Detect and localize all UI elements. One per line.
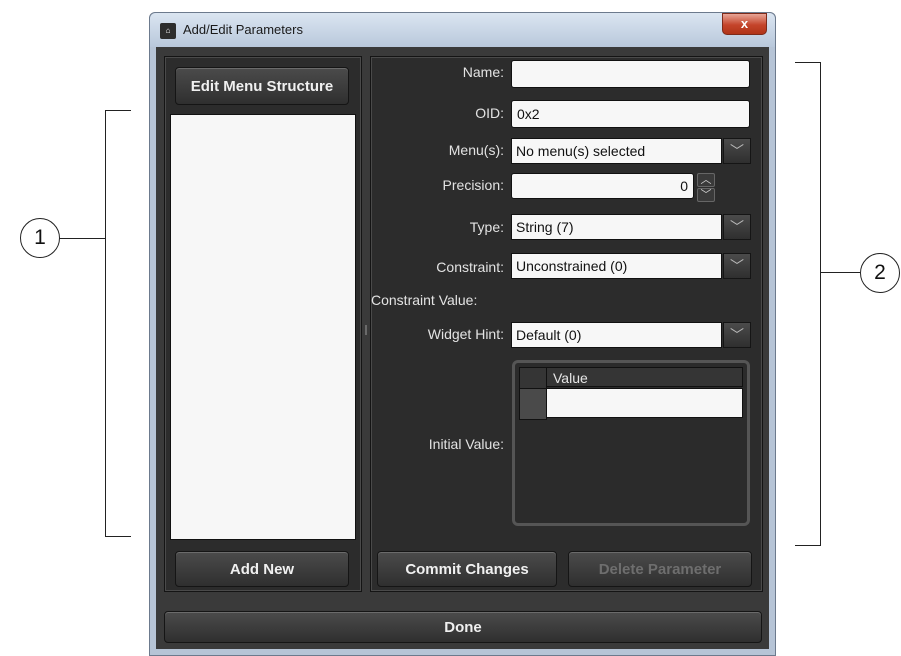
edit-menu-structure-button[interactable]: Edit Menu Structure [175, 67, 349, 105]
menus-label: Menu(s): [448, 142, 504, 158]
chevron-down-icon[interactable]: ﹀ [723, 138, 751, 164]
constraint-label: Constraint: [436, 259, 504, 275]
precision-input[interactable]: 0 [511, 173, 694, 199]
precision-label: Precision: [442, 177, 504, 193]
menus-dropdown[interactable]: No menu(s) selected ﹀ [511, 138, 751, 164]
delete-parameter-button: Delete Parameter [568, 551, 752, 587]
chevron-down-icon[interactable]: ﹀ [697, 188, 715, 202]
callout-2: 2 [860, 253, 900, 293]
commit-changes-button[interactable]: Commit Changes [377, 551, 557, 587]
table-cell[interactable] [546, 388, 743, 418]
chevron-down-icon[interactable]: ﹀ [723, 214, 751, 240]
type-label: Type: [469, 219, 504, 235]
add-new-button[interactable]: Add New [175, 551, 349, 587]
widget-hint-label: Widget Hint: [427, 326, 504, 342]
initial-value-table: Value [512, 360, 750, 526]
type-dropdown[interactable]: String (7) ﹀ [511, 214, 751, 240]
type-value: String (7) [511, 214, 722, 240]
constraint-value: Unconstrained (0) [511, 253, 722, 279]
chevron-down-icon[interactable]: ﹀ [723, 253, 751, 279]
title-bar: ⌂ Add/Edit Parameters x [150, 13, 775, 47]
constraint-dropdown[interactable]: Unconstrained (0) ﹀ [511, 253, 751, 279]
close-button[interactable]: x [722, 13, 767, 35]
callout-line-left [58, 238, 105, 239]
done-button[interactable]: Done [164, 611, 762, 643]
app-icon: ⌂ [160, 23, 176, 39]
widget-hint-dropdown[interactable]: Default (0) ﹀ [511, 322, 751, 348]
panel-splitter[interactable] [365, 325, 367, 335]
callout-bracket-left [105, 110, 131, 537]
callout-line-right [820, 272, 860, 273]
table-row-header[interactable] [519, 388, 547, 420]
name-label: Name: [462, 64, 504, 80]
initial-value-label: Initial Value: [428, 436, 504, 452]
chevron-down-icon[interactable]: ﹀ [723, 322, 751, 348]
widget-hint-value: Default (0) [511, 322, 722, 348]
name-input[interactable] [511, 60, 750, 88]
window-title: Add/Edit Parameters [183, 22, 303, 37]
table-corner[interactable] [519, 367, 547, 389]
callout-bracket-right [795, 62, 821, 546]
callout-1: 1 [20, 218, 60, 258]
oid-label: OID: [475, 105, 504, 121]
chevron-up-icon[interactable]: ︿ [697, 173, 715, 187]
value-column-header[interactable]: Value [546, 367, 743, 387]
precision-spinner[interactable]: ︿ ﹀ [697, 173, 715, 202]
menu-tree-list[interactable] [170, 114, 356, 540]
oid-input[interactable]: 0x2 [511, 100, 750, 128]
menus-value: No menu(s) selected [511, 138, 722, 164]
constraint-value-label: Constraint Value: [371, 292, 478, 308]
